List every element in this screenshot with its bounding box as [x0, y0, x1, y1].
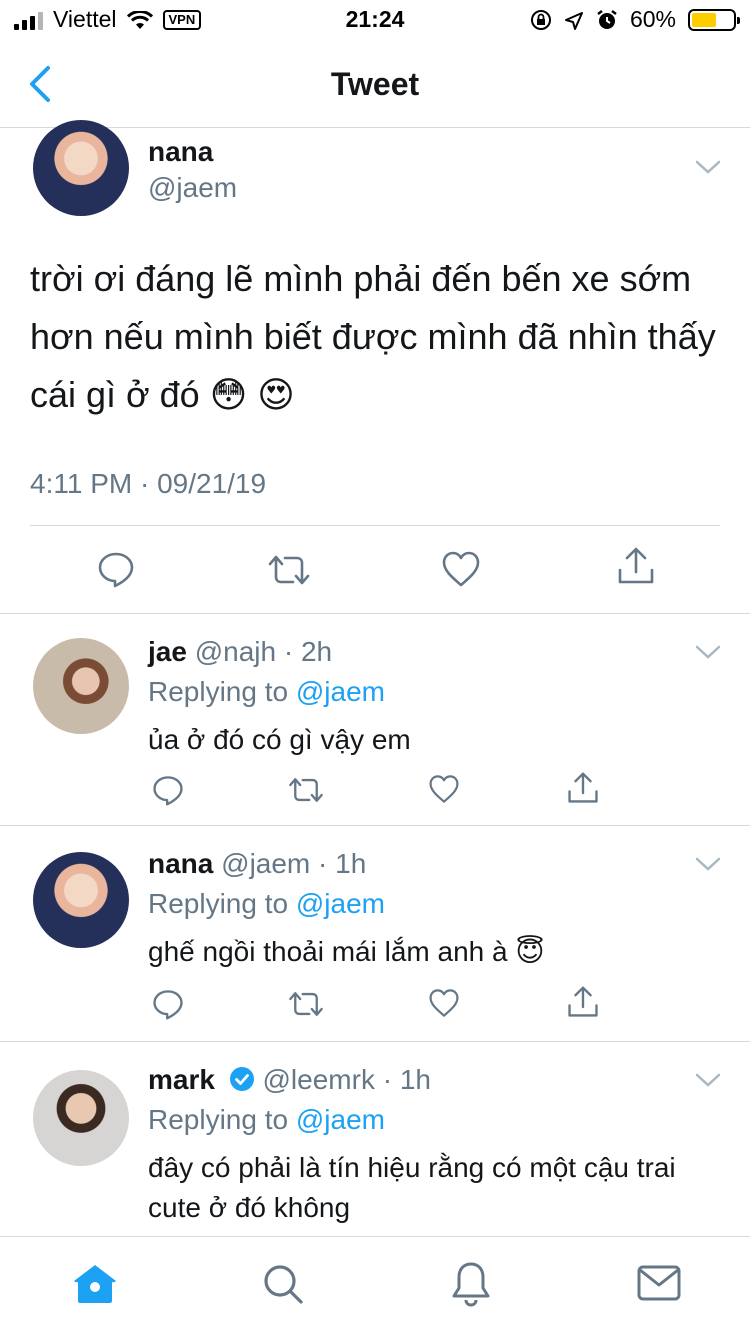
reply-icon[interactable]: [152, 774, 184, 806]
reply-icon[interactable]: [97, 550, 135, 588]
nav-bar: Tweet: [0, 40, 750, 128]
mention-link[interactable]: @jaem: [296, 1104, 385, 1135]
reply-text: ghế ngồi thoải mái lắm anh à 😇: [148, 936, 545, 967]
retweet-icon[interactable]: [266, 552, 312, 588]
tab-bar: [0, 1236, 750, 1334]
divider: [0, 825, 750, 826]
divider: [0, 613, 750, 614]
chevron-down-icon[interactable]: [694, 158, 722, 176]
orientation-lock-icon: [530, 9, 552, 31]
replying-to-label: Replying to: [148, 1104, 296, 1135]
reply-icon[interactable]: [152, 988, 184, 1020]
reply-author-name[interactable]: mark: [148, 1064, 215, 1095]
battery-percent: 60%: [629, 6, 676, 32]
status-bar: Viettel VPN 21:24 60%: [0, 0, 750, 40]
replying-to-label: Replying to: [148, 676, 296, 707]
heart-icon[interactable]: [441, 550, 481, 588]
avatar[interactable]: [33, 638, 129, 734]
share-icon[interactable]: [567, 771, 599, 805]
replying-to-line: Replying to @jaem: [148, 676, 385, 708]
tab-messages-icon[interactable]: [637, 1265, 681, 1301]
status-right: 60%: [530, 6, 740, 33]
divider: [0, 1041, 750, 1042]
avatar[interactable]: [33, 1070, 129, 1166]
avatar[interactable]: [33, 852, 129, 948]
reply-header: mark @leemrk · 1h: [148, 1064, 431, 1096]
replying-to-line: Replying to @jaem: [148, 888, 385, 920]
share-icon[interactable]: [567, 985, 599, 1019]
chevron-down-icon[interactable]: [694, 855, 722, 873]
retweet-icon[interactable]: [287, 989, 325, 1019]
tweet-timestamp[interactable]: 4:11 PM · 09/21/19: [30, 468, 266, 500]
reply-author-meta: @najh · 2h: [194, 636, 333, 667]
tweet-text: trời ơi đáng lẽ mình phải đến bến xe sớm…: [30, 258, 716, 415]
replying-to-line: Replying to @jaem: [148, 1104, 385, 1136]
share-icon[interactable]: [617, 546, 655, 586]
battery-icon: [688, 8, 740, 31]
alarm-icon: [596, 9, 618, 31]
reply-author-meta: @leemrk · 1h: [262, 1064, 431, 1095]
verified-badge-icon: [229, 1066, 255, 1092]
retweet-icon[interactable]: [287, 775, 325, 805]
chevron-down-icon[interactable]: [694, 1071, 722, 1089]
location-icon: [564, 10, 584, 30]
reply-text: ủa ở đó có gì vậy em: [148, 724, 411, 755]
battery-level: [692, 12, 716, 27]
tab-notifications-icon[interactable]: [451, 1261, 491, 1307]
reply-author-name[interactable]: jae: [148, 636, 187, 667]
reply-text: đây có phải là tín hiệu rằng có một cậu …: [148, 1152, 676, 1223]
reply-header: nana @jaem · 1h: [148, 848, 366, 880]
replying-to-label: Replying to: [148, 888, 296, 919]
reply-author-meta: @jaem · 1h: [221, 848, 367, 879]
mention-link[interactable]: @jaem: [296, 888, 385, 919]
reply-header: jae @najh · 2h: [148, 636, 332, 668]
heart-icon[interactable]: [428, 774, 460, 804]
tab-home-icon[interactable]: [72, 1263, 118, 1305]
reply-author-name[interactable]: nana: [148, 848, 213, 879]
author-handle[interactable]: @jaem: [148, 172, 237, 204]
chevron-down-icon[interactable]: [694, 643, 722, 661]
mention-link[interactable]: @jaem: [296, 676, 385, 707]
heart-icon[interactable]: [428, 988, 460, 1018]
divider: [30, 525, 720, 526]
tab-search-icon[interactable]: [262, 1263, 304, 1305]
page-title: Tweet: [330, 66, 420, 102]
author-name[interactable]: nana: [148, 136, 213, 168]
avatar[interactable]: [33, 120, 129, 216]
